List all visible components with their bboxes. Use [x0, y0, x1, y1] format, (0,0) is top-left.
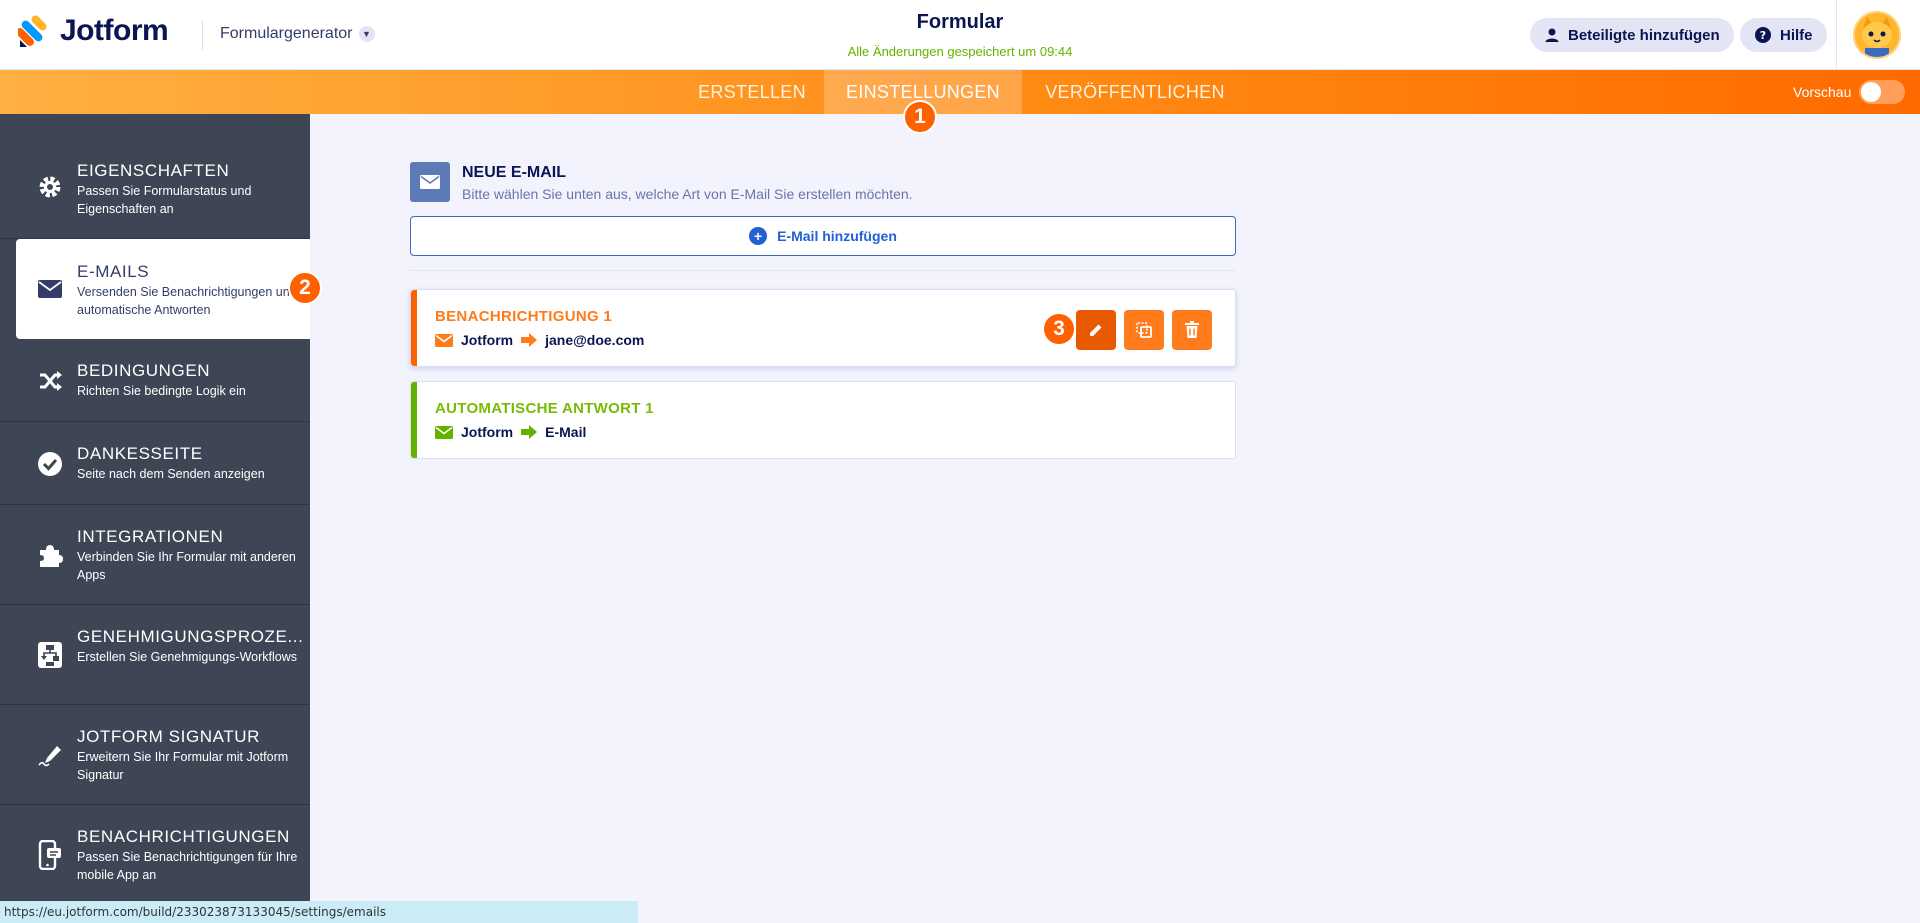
email-card-notification[interactable]: BENACHRICHTIGUNG 1 Jotform jane@doe.com	[410, 289, 1236, 367]
sidebar-item-eigenschaften[interactable]: EIGENSCHAFTEN Passen Sie Formularstatus …	[0, 114, 310, 239]
card-accent-bar	[411, 290, 417, 366]
save-status: Alle Änderungen gespeichert um 09:44	[847, 44, 1073, 59]
email-route: Jotform jane@doe.com	[435, 332, 644, 348]
sidebar-item-bedingungen[interactable]: BEDINGUNGEN Richten Sie bedingte Logik e…	[0, 339, 310, 422]
step-badge-1: 1	[903, 100, 937, 134]
add-email-button[interactable]: + E-Mail hinzufügen	[410, 216, 1236, 256]
form-builder-label: Formulargenerator	[220, 25, 353, 42]
sidebar-item-integrationen[interactable]: INTEGRATIONEN Verbinden Sie Ihr Formular…	[0, 505, 310, 605]
gear-icon	[36, 173, 64, 201]
jotform-logo[interactable]: Jotform	[18, 14, 169, 48]
arrow-right-icon	[521, 425, 538, 439]
sidebar-item-benachrichtigungen[interactable]: BENACHRICHTIGUNGEN Passen Sie Benachrich…	[0, 805, 310, 905]
sidebar-item-title: DANKESSEITE	[77, 444, 203, 463]
browser-status-url: https://eu.jotform.com/build/23302387313…	[0, 901, 638, 923]
top-header: Jotform Formulargenerator ▼ Formular All…	[0, 0, 1920, 70]
avatar-cat-icon	[1855, 13, 1899, 57]
sidebar-item-desc: Erweitern Sie Ihr Formular mit Jotform S…	[77, 750, 289, 782]
sidebar-item-desc: Richten Sie bedingte Logik ein	[77, 384, 246, 398]
plus-circle-icon: +	[749, 227, 768, 245]
form-builder-dropdown[interactable]: Formulargenerator ▼	[220, 25, 375, 43]
preview-toggle[interactable]	[1859, 80, 1906, 104]
jotform-logo-icon	[18, 15, 47, 47]
email-card-title: BENACHRICHTIGUNG 1	[435, 308, 613, 325]
sidebar-item-dankesseite[interactable]: DANKESSEITE Seite nach dem Senden anzeig…	[0, 422, 310, 505]
help-button[interactable]: ? Hilfe	[1740, 18, 1827, 52]
envelope-icon	[435, 333, 453, 347]
add-participants-button[interactable]: Beteiligte hinzufügen	[1530, 18, 1734, 52]
arrow-right-icon	[521, 333, 538, 347]
envelope-icon	[36, 275, 64, 303]
tab-veroeffentlichen[interactable]: VERÖFFENTLICHEN	[1024, 70, 1246, 114]
email-from: Jotform	[461, 424, 514, 440]
step-badge-3: 3	[1042, 312, 1076, 346]
preview-toggle-group: Vorschau	[1793, 70, 1906, 114]
user-avatar[interactable]	[1853, 11, 1901, 59]
chevron-down-icon: ▼	[358, 26, 375, 42]
sidebar-item-desc: Versenden Sie Benachrichtigungen und aut…	[77, 285, 297, 317]
sidebar-item-title: BENACHRICHTIGUNGEN	[77, 827, 290, 846]
tab-erstellen[interactable]: ERSTELLEN	[680, 70, 824, 114]
email-route: Jotform E-Mail	[435, 424, 586, 440]
clone-email-button[interactable]	[1124, 310, 1164, 350]
sidebar-item-desc: Seite nach dem Senden anzeigen	[77, 467, 265, 481]
sidebar-item-desc: Passen Sie Benachrichtigungen für Ihre m…	[77, 850, 298, 882]
email-to: jane@doe.com	[545, 332, 645, 348]
add-participants-label: Beteiligte hinzufügen	[1568, 26, 1720, 44]
sidebar-item-title: JOTFORM SIGNATUR	[77, 727, 261, 746]
logo-text: Jotform	[60, 14, 169, 47]
settings-sidebar: EIGENSCHAFTEN Passen Sie Formularstatus …	[0, 114, 310, 923]
email-card-title: AUTOMATISCHE ANTWORT 1	[435, 400, 654, 417]
svg-text:?: ?	[1760, 29, 1766, 42]
envelope-icon	[435, 425, 453, 439]
sidebar-item-jotform-signatur[interactable]: JOTFORM SIGNATUR Erweitern Sie Ihr Formu…	[0, 705, 310, 805]
content-separator	[410, 270, 1236, 271]
sidebar-item-title: GENEHMIGUNGSPROZE...	[77, 627, 304, 646]
step-badge-2: 2	[288, 271, 322, 305]
new-email-title: NEUE E-MAIL	[462, 164, 566, 181]
trash-icon	[1185, 321, 1199, 338]
new-email-desc: Bitte wählen Sie unten aus, welche Art v…	[462, 186, 913, 202]
sidebar-item-title: BEDINGUNGEN	[77, 361, 211, 380]
email-card-autoresponder[interactable]: AUTOMATISCHE ANTWORT 1 Jotform E-Mail	[410, 381, 1236, 459]
sidebar-item-genehmigungsprozesse[interactable]: GENEHMIGUNGSPROZE... Erstellen Sie Geneh…	[0, 605, 310, 705]
sidebar-item-desc: Erstellen Sie Genehmigungs-Workflows	[77, 650, 298, 664]
signature-pen-icon	[36, 741, 64, 769]
approval-flow-icon	[36, 641, 64, 669]
envelope-icon	[420, 175, 440, 189]
user-icon	[1545, 28, 1559, 42]
puzzle-icon	[36, 541, 64, 569]
sidebar-item-title: EIGENSCHAFTEN	[77, 161, 230, 180]
sidebar-item-title: INTEGRATIONEN	[77, 527, 224, 546]
sidebar-item-title: E-MAILS	[77, 262, 150, 281]
form-title[interactable]: Formular	[860, 11, 1060, 34]
header-divider-right	[1836, 0, 1837, 70]
question-circle-icon: ?	[1755, 27, 1771, 43]
new-email-icon	[410, 162, 450, 202]
preview-label: Vorschau	[1793, 84, 1852, 100]
builder-nav-bar: ERSTELLEN EINSTELLUNGEN VERÖFFENTLICHEN …	[0, 70, 1920, 114]
sidebar-item-desc: Passen Sie Formularstatus und Eigenschaf…	[77, 184, 252, 216]
copy-icon	[1136, 322, 1152, 338]
card-accent-bar	[411, 382, 417, 458]
shuffle-icon	[36, 367, 64, 395]
header-divider	[202, 20, 203, 50]
add-email-label: E-Mail hinzufügen	[777, 228, 897, 244]
email-to: E-Mail	[545, 424, 587, 440]
edit-email-button[interactable]	[1076, 310, 1116, 350]
check-circle-icon	[36, 450, 64, 478]
sidebar-item-desc: Verbinden Sie Ihr Formular mit anderen A…	[77, 550, 296, 582]
pencil-icon	[1090, 324, 1102, 336]
sidebar-item-emails[interactable]: E-MAILS Versenden Sie Benachrichtigungen…	[16, 239, 310, 339]
email-from: Jotform	[461, 332, 514, 348]
delete-email-button[interactable]	[1172, 310, 1212, 350]
mobile-notification-icon	[36, 840, 64, 870]
help-label: Hilfe	[1780, 26, 1813, 44]
